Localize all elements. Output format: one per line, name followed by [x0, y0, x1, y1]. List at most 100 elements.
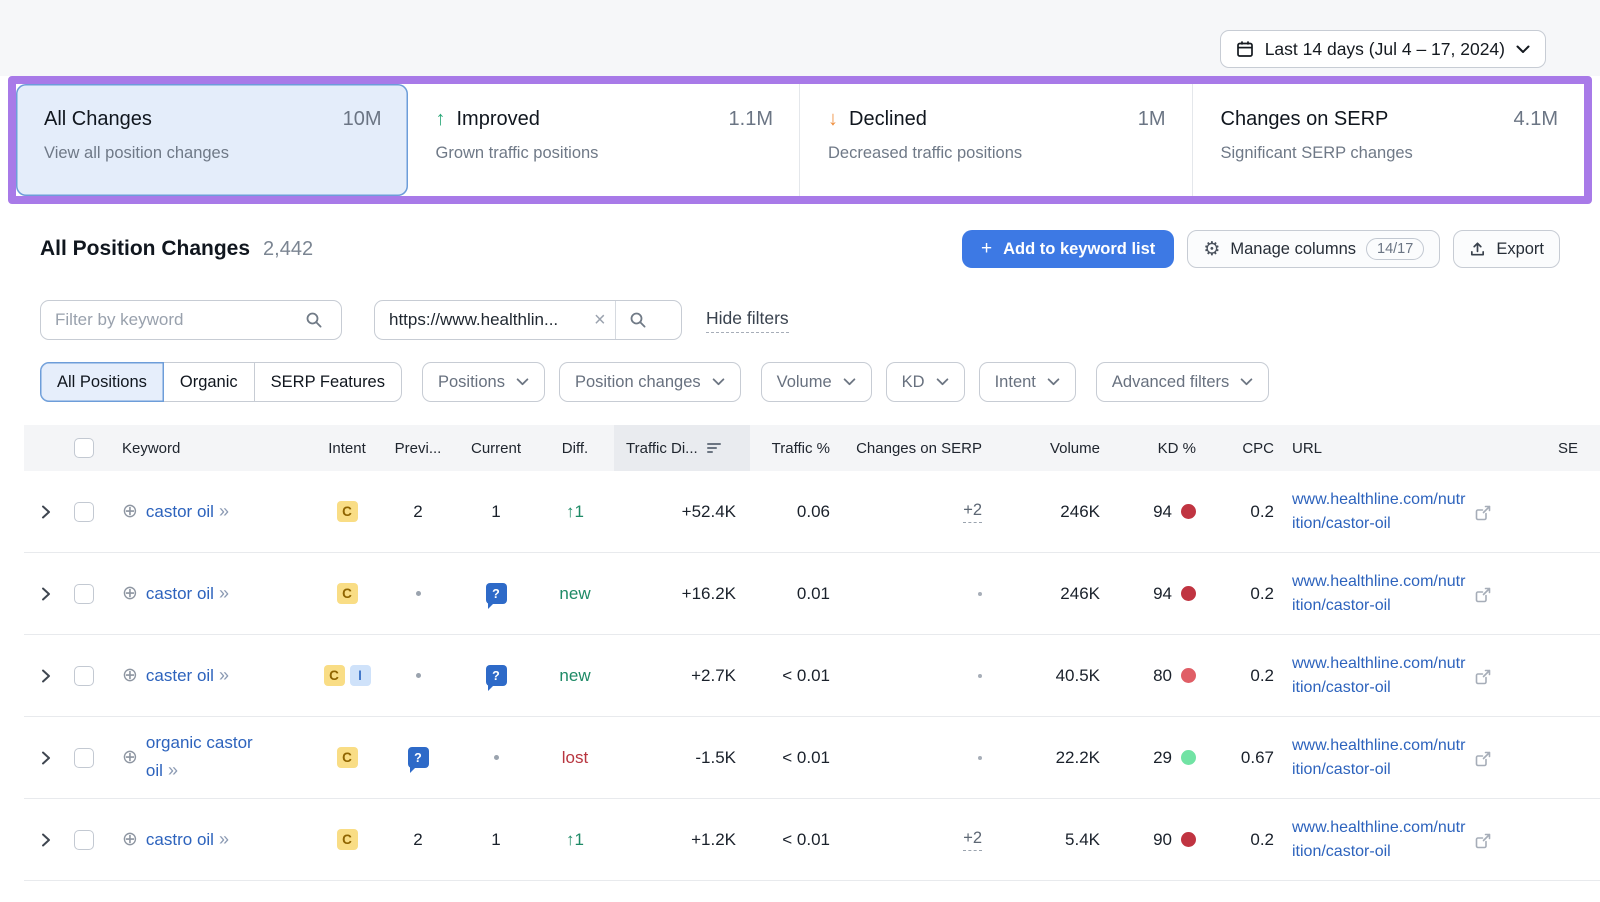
page-title: All Position Changes	[40, 237, 250, 261]
tab-changes-on-serp[interactable]: Changes on SERP 4.1M Significant SERP ch…	[1192, 84, 1585, 196]
select-all-checkbox[interactable]	[74, 438, 94, 458]
external-link-icon[interactable]	[1475, 505, 1491, 521]
url-link[interactable]: www.healthline.com/nutrition/castor-oil	[1292, 816, 1467, 862]
kd-dropdown[interactable]: KD	[886, 362, 965, 402]
keyword-link[interactable]: castor oil	[146, 584, 214, 603]
no-position-dot	[416, 673, 421, 678]
expand-row-icon[interactable]	[41, 505, 51, 519]
serp-feature-question-icon[interactable]: ?	[408, 747, 429, 768]
external-link-icon[interactable]	[1475, 833, 1491, 849]
positions-dropdown[interactable]: Positions	[422, 362, 545, 402]
position-changes-dropdown[interactable]: Position changes	[559, 362, 741, 402]
column-header-cpc[interactable]: CPC	[1210, 425, 1286, 471]
add-keyword-icon[interactable]: ⊕	[122, 748, 138, 767]
url-link[interactable]: www.healthline.com/nutrition/castor-oil	[1292, 570, 1467, 616]
tab-improved[interactable]: ↑ Improved 1.1M Grown traffic positions	[408, 84, 800, 196]
column-header-current[interactable]: Current	[456, 425, 536, 471]
row-checkbox[interactable]	[74, 666, 94, 686]
column-header-diff[interactable]: Diff.	[536, 425, 614, 471]
keyword-link[interactable]: castor oil	[146, 502, 214, 521]
url-link[interactable]: www.healthline.com/nutrition/castor-oil	[1292, 652, 1467, 698]
external-link-icon[interactable]	[1475, 751, 1491, 767]
no-serp-changes-dot	[978, 674, 982, 678]
keyword-link[interactable]: caster oil	[146, 666, 214, 685]
segment-serp-features[interactable]: SERP Features	[255, 362, 402, 402]
manage-columns-button[interactable]: ⚙ Manage columns 14/17	[1187, 230, 1440, 268]
serp-feature-question-icon[interactable]: ?	[486, 665, 507, 686]
kd-indicator-dot	[1181, 668, 1196, 683]
serp-feature-question-icon[interactable]: ?	[486, 583, 507, 604]
tab-declined[interactable]: ↓ Declined 1M Decreased traffic position…	[799, 84, 1192, 196]
keyword-search-button[interactable]	[291, 301, 336, 339]
volume: 5.4K	[1065, 830, 1100, 850]
no-position-dot	[494, 755, 499, 760]
open-keyword-icon[interactable]: »	[168, 760, 178, 780]
url-link[interactable]: www.healthline.com/nutrition/castor-oil	[1292, 734, 1467, 780]
row-checkbox[interactable]	[74, 830, 94, 850]
open-keyword-icon[interactable]: »	[219, 583, 229, 603]
column-header-traffic-diff[interactable]: Traffic Di...	[614, 425, 750, 471]
add-keyword-icon[interactable]: ⊕	[122, 666, 138, 685]
url-link[interactable]: www.healthline.com/nutrition/castor-oil	[1292, 488, 1467, 534]
url-filter-field: ×	[374, 300, 682, 340]
plus-icon: +	[981, 238, 992, 260]
expand-row-icon[interactable]	[41, 833, 51, 847]
column-header-previous[interactable]: Previ...	[380, 425, 456, 471]
segment-all-positions[interactable]: All Positions	[40, 362, 164, 402]
serp-changes-link[interactable]: +2	[963, 501, 982, 523]
intent-badge: C	[324, 665, 345, 686]
column-header-url[interactable]: URL	[1286, 425, 1536, 471]
kd-value: 29	[1153, 748, 1172, 768]
tab-label: Improved	[457, 108, 540, 131]
intent-dropdown[interactable]: Intent	[979, 362, 1076, 402]
clear-url-icon[interactable]: ×	[585, 309, 615, 332]
url-filter-input[interactable]	[375, 310, 585, 330]
keyword-link[interactable]: castro oil	[146, 830, 214, 849]
tab-label: Changes on SERP	[1221, 108, 1389, 131]
date-range-selector[interactable]: Last 14 days (Jul 4 – 17, 2024)	[1220, 30, 1546, 68]
external-link-icon[interactable]	[1475, 587, 1491, 603]
chevron-down-icon	[1516, 45, 1530, 54]
column-header-kd[interactable]: KD %	[1114, 425, 1210, 471]
kd-value: 94	[1153, 584, 1172, 604]
tab-subtitle: Decreased traffic positions	[828, 144, 1166, 163]
advanced-filters-dropdown[interactable]: Advanced filters	[1096, 362, 1269, 402]
add-keyword-icon[interactable]: ⊕	[122, 830, 138, 849]
add-keyword-icon[interactable]: ⊕	[122, 584, 138, 603]
hide-filters-link[interactable]: Hide filters	[706, 308, 789, 333]
row-checkbox[interactable]	[74, 748, 94, 768]
open-keyword-icon[interactable]: »	[219, 829, 229, 849]
url-search-button[interactable]	[615, 301, 660, 339]
add-keyword-icon[interactable]: ⊕	[122, 502, 138, 521]
expand-row-icon[interactable]	[41, 751, 51, 765]
segment-organic[interactable]: Organic	[164, 362, 255, 402]
expand-row-icon[interactable]	[41, 669, 51, 683]
position-diff: ↑1	[566, 830, 584, 850]
column-header-intent[interactable]: Intent	[314, 425, 380, 471]
tab-value: 1M	[1138, 108, 1166, 131]
tab-label: All Changes	[44, 108, 152, 131]
serp-changes-link[interactable]: +2	[963, 829, 982, 851]
external-link-icon[interactable]	[1475, 669, 1491, 685]
keyword-link[interactable]: organic castor oil	[146, 733, 253, 779]
intent-badge: C	[337, 829, 358, 850]
column-header-keyword[interactable]: Keyword	[114, 425, 314, 471]
expand-row-icon[interactable]	[41, 587, 51, 601]
column-header-serp-changes[interactable]: Changes on SERP	[840, 425, 1010, 471]
open-keyword-icon[interactable]: »	[219, 665, 229, 685]
column-header-traffic-pct[interactable]: Traffic %	[750, 425, 840, 471]
column-header-se[interactable]: SE	[1536, 425, 1600, 471]
tab-subtitle: View all position changes	[44, 144, 382, 163]
column-header-volume[interactable]: Volume	[1010, 425, 1114, 471]
tab-all-changes[interactable]: All Changes 10M View all position change…	[16, 84, 408, 196]
keyword-filter-input[interactable]	[41, 310, 291, 330]
export-button[interactable]: Export	[1453, 230, 1560, 268]
traffic-diff: +52.4K	[682, 502, 736, 522]
row-checkbox[interactable]	[74, 584, 94, 604]
open-keyword-icon[interactable]: »	[219, 501, 229, 521]
add-to-keyword-list-button[interactable]: + Add to keyword list	[962, 230, 1174, 268]
volume-dropdown[interactable]: Volume	[761, 362, 872, 402]
position-diff: new	[559, 584, 590, 604]
row-checkbox[interactable]	[74, 502, 94, 522]
tab-subtitle: Grown traffic positions	[436, 144, 774, 163]
